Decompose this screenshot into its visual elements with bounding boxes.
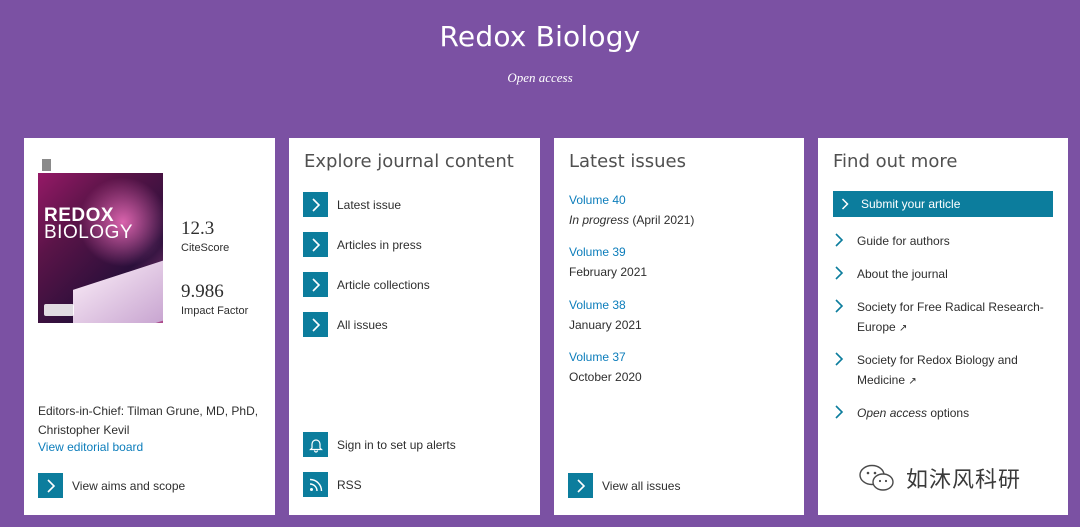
article-collections-label: Article collections <box>337 277 430 292</box>
editorial-board-link[interactable]: View editorial board <box>38 440 143 454</box>
latest-issues-card: Latest issues Volume 40 In progress (Apr… <box>554 138 804 515</box>
chevron-right-icon <box>303 272 328 297</box>
chevron-right-icon <box>303 232 328 257</box>
journal-cover-image[interactable]: REDOX BIOLOGY <box>38 157 163 323</box>
find-out-more-heading: Find out more <box>833 151 958 172</box>
latest-issue-link[interactable]: Latest issue <box>303 192 401 217</box>
issue-date: February 2021 <box>569 265 648 279</box>
articles-in-press-link[interactable]: Articles in press <box>303 232 422 257</box>
find-out-more-card: Find out more Submit your article Guide … <box>818 138 1068 515</box>
issue-volume-link[interactable]: Volume 40 <box>569 190 694 210</box>
open-access-options-label: Open access options <box>857 406 970 420</box>
all-issues-label: All issues <box>337 317 388 332</box>
issue-volume-link[interactable]: Volume 38 <box>569 295 642 315</box>
issue-date: October 2020 <box>569 370 642 384</box>
issue-volume-link[interactable]: Volume 37 <box>569 347 642 367</box>
elsevier-logo-icon <box>42 159 51 171</box>
issue-item: Volume 40 In progress (April 2021) <box>569 190 694 230</box>
submit-article-label: Submit your article <box>861 197 961 211</box>
issue-item: Volume 39 February 2021 <box>569 242 647 282</box>
alerts-link[interactable]: Sign in to set up alerts <box>303 432 456 457</box>
open-access-options-link[interactable]: Open access options <box>833 403 1052 423</box>
sfrbm-link[interactable]: Society for Redox Biology and Medicine ↗ <box>833 350 1052 392</box>
access-type: Open access <box>507 70 573 85</box>
chevron-right-icon <box>841 198 849 210</box>
all-issues-link[interactable]: All issues <box>303 312 388 337</box>
view-all-issues-label: View all issues <box>602 478 681 493</box>
chevron-right-icon <box>303 192 328 217</box>
wechat-icon <box>859 464 894 491</box>
rss-label: RSS <box>337 477 362 492</box>
articles-in-press-label: Articles in press <box>337 237 422 252</box>
journal-title: Redox Biology <box>439 20 641 53</box>
latest-issues-heading: Latest issues <box>569 151 686 172</box>
impact-factor-label: Impact Factor <box>181 305 249 317</box>
watermark-text: 如沐风科研 <box>906 468 1022 493</box>
chevron-right-icon <box>835 352 844 366</box>
guide-for-authors-link[interactable]: Guide for authors <box>833 231 1052 251</box>
cover-title: REDOX BIOLOGY <box>44 205 134 243</box>
chevron-right-icon <box>835 299 844 313</box>
chevron-right-icon <box>303 312 328 337</box>
explore-content-card: Explore journal content Latest issue Art… <box>289 138 540 515</box>
chevron-right-icon <box>38 473 63 498</box>
latest-issue-label: Latest issue <box>337 197 402 212</box>
external-link-icon: ↗ <box>908 376 917 387</box>
aims-scope-button[interactable]: View aims and scope <box>38 473 185 498</box>
journal-info-card: REDOX BIOLOGY 12.3 CiteScore 9.986 Impac… <box>24 138 275 515</box>
editors-in-chief: Editors-in-Chief: Tilman Grune, MD, PhD,… <box>38 404 259 437</box>
aims-scope-label: View aims and scope <box>72 478 186 493</box>
chevron-right-icon <box>835 405 844 419</box>
wechat-watermark: 如沐风科研 <box>858 462 1058 494</box>
guide-for-authors-label: Guide for authors <box>857 234 950 248</box>
impact-factor-metric: 9.986 Impact Factor <box>181 281 248 317</box>
chevron-right-icon <box>835 266 844 280</box>
society-logos-icon <box>44 304 74 316</box>
chevron-right-icon <box>568 473 593 498</box>
rss-icon <box>303 472 328 497</box>
issue-item: Volume 38 January 2021 <box>569 295 642 335</box>
sfrr-europe-label: Society for Free Radical Research-Europe… <box>857 300 1044 334</box>
issue-date: In progress (April 2021) <box>569 213 695 227</box>
issue-date: January 2021 <box>569 318 642 332</box>
rss-link[interactable]: RSS <box>303 472 362 497</box>
sfrbm-label: Society for Redox Biology and Medicine ↗ <box>857 353 1018 387</box>
about-journal-label: About the journal <box>857 267 948 281</box>
issue-volume-link[interactable]: Volume 39 <box>569 242 647 262</box>
about-journal-link[interactable]: About the journal <box>833 264 1052 284</box>
bell-icon <box>303 432 328 457</box>
citescore-label: CiteScore <box>181 242 230 254</box>
impact-factor-value: 9.986 <box>181 281 224 302</box>
explore-heading: Explore journal content <box>304 151 514 172</box>
submit-article-button[interactable]: Submit your article <box>833 191 1053 217</box>
sfrr-europe-link[interactable]: Society for Free Radical Research-Europe… <box>833 297 1052 339</box>
alerts-label: Sign in to set up alerts <box>337 437 456 452</box>
article-collections-link[interactable]: Article collections <box>303 272 430 297</box>
view-all-issues-button[interactable]: View all issues <box>568 473 680 498</box>
external-link-icon: ↗ <box>899 323 908 334</box>
issue-item: Volume 37 October 2020 <box>569 347 642 387</box>
citescore-value: 12.3 <box>181 218 215 239</box>
citescore-metric: 12.3 CiteScore <box>181 218 229 254</box>
chevron-right-icon <box>835 233 844 247</box>
